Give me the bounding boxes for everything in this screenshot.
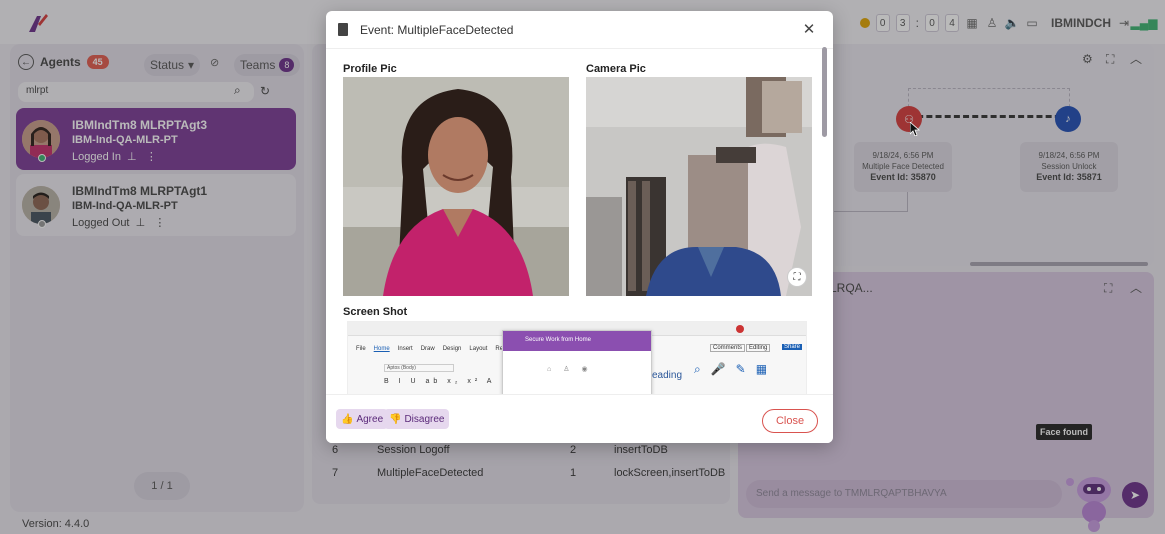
- profile-pic-label: Profile Pic: [343, 63, 397, 75]
- camera-pic-label: Camera Pic: [586, 63, 646, 75]
- screenshot-menu-item: Home: [373, 346, 390, 352]
- screenshot-menu-item: Design: [442, 346, 462, 352]
- screenshot-format-icons: B I U ab x₂ x² A: [384, 378, 496, 385]
- camera-picture: [586, 77, 812, 296]
- screenshot-heading: eading: [652, 370, 683, 381]
- profile-picture: [343, 77, 569, 296]
- modal-header: Event: MultipleFaceDetected ✕: [326, 11, 833, 49]
- screenshot-menu-item: File: [356, 346, 366, 352]
- mouse-cursor-icon: [910, 122, 920, 136]
- disagree-label: Disagree: [404, 413, 445, 425]
- screenshot-font-box: Aptos (Body): [384, 364, 454, 372]
- disagree-button[interactable]: 👎 Disagree: [384, 409, 450, 429]
- modal-footer: 👍 Agree 👎 Disagree Close: [326, 394, 833, 443]
- close-button[interactable]: Close: [762, 409, 818, 433]
- screenshot-menu-item: Draw: [420, 346, 435, 352]
- screenshot-ribbon-icons: ⌕🎤✎▦: [694, 362, 778, 376]
- modal-title: Event: MultipleFaceDetected: [360, 23, 514, 37]
- screenshot-menu: File Home Insert Draw Design Layout Refe…: [356, 346, 523, 352]
- agree-label: Agree: [356, 413, 384, 425]
- screenshot-comments: Comments: [710, 344, 746, 352]
- screenshot-dialog-icons: ⌂♙◉: [547, 366, 600, 373]
- screenshot-image: File Home Insert Draw Design Layout Refe…: [347, 321, 807, 395]
- screenshot-share: Share: [782, 344, 803, 350]
- agree-button[interactable]: 👍 Agree: [336, 409, 389, 429]
- expand-icon: ⛶: [793, 271, 801, 283]
- screenshot-label: Screen Shot: [343, 306, 408, 318]
- screenshot-menu-item: Insert: [397, 346, 413, 352]
- screenshot-dialog-title: Secure Work from Home: [503, 331, 651, 351]
- document-icon: [338, 23, 348, 36]
- vertical-scrollbar[interactable]: [822, 47, 827, 137]
- thumbs-up-icon: 👍: [341, 413, 354, 425]
- thumbs-down-icon: 👎: [389, 413, 402, 425]
- screenshot-avatar: [736, 325, 744, 333]
- screenshot-menu-item: Layout: [469, 346, 488, 352]
- close-icon[interactable]: ✕: [800, 21, 818, 39]
- screenshot-dialog: Secure Work from Home ⌂♙◉: [502, 330, 652, 394]
- expand-image-button[interactable]: ⛶: [787, 267, 807, 287]
- event-modal: Event: MultipleFaceDetected ✕ Profile Pi…: [326, 11, 833, 443]
- screenshot-editing: Editing: [746, 344, 771, 352]
